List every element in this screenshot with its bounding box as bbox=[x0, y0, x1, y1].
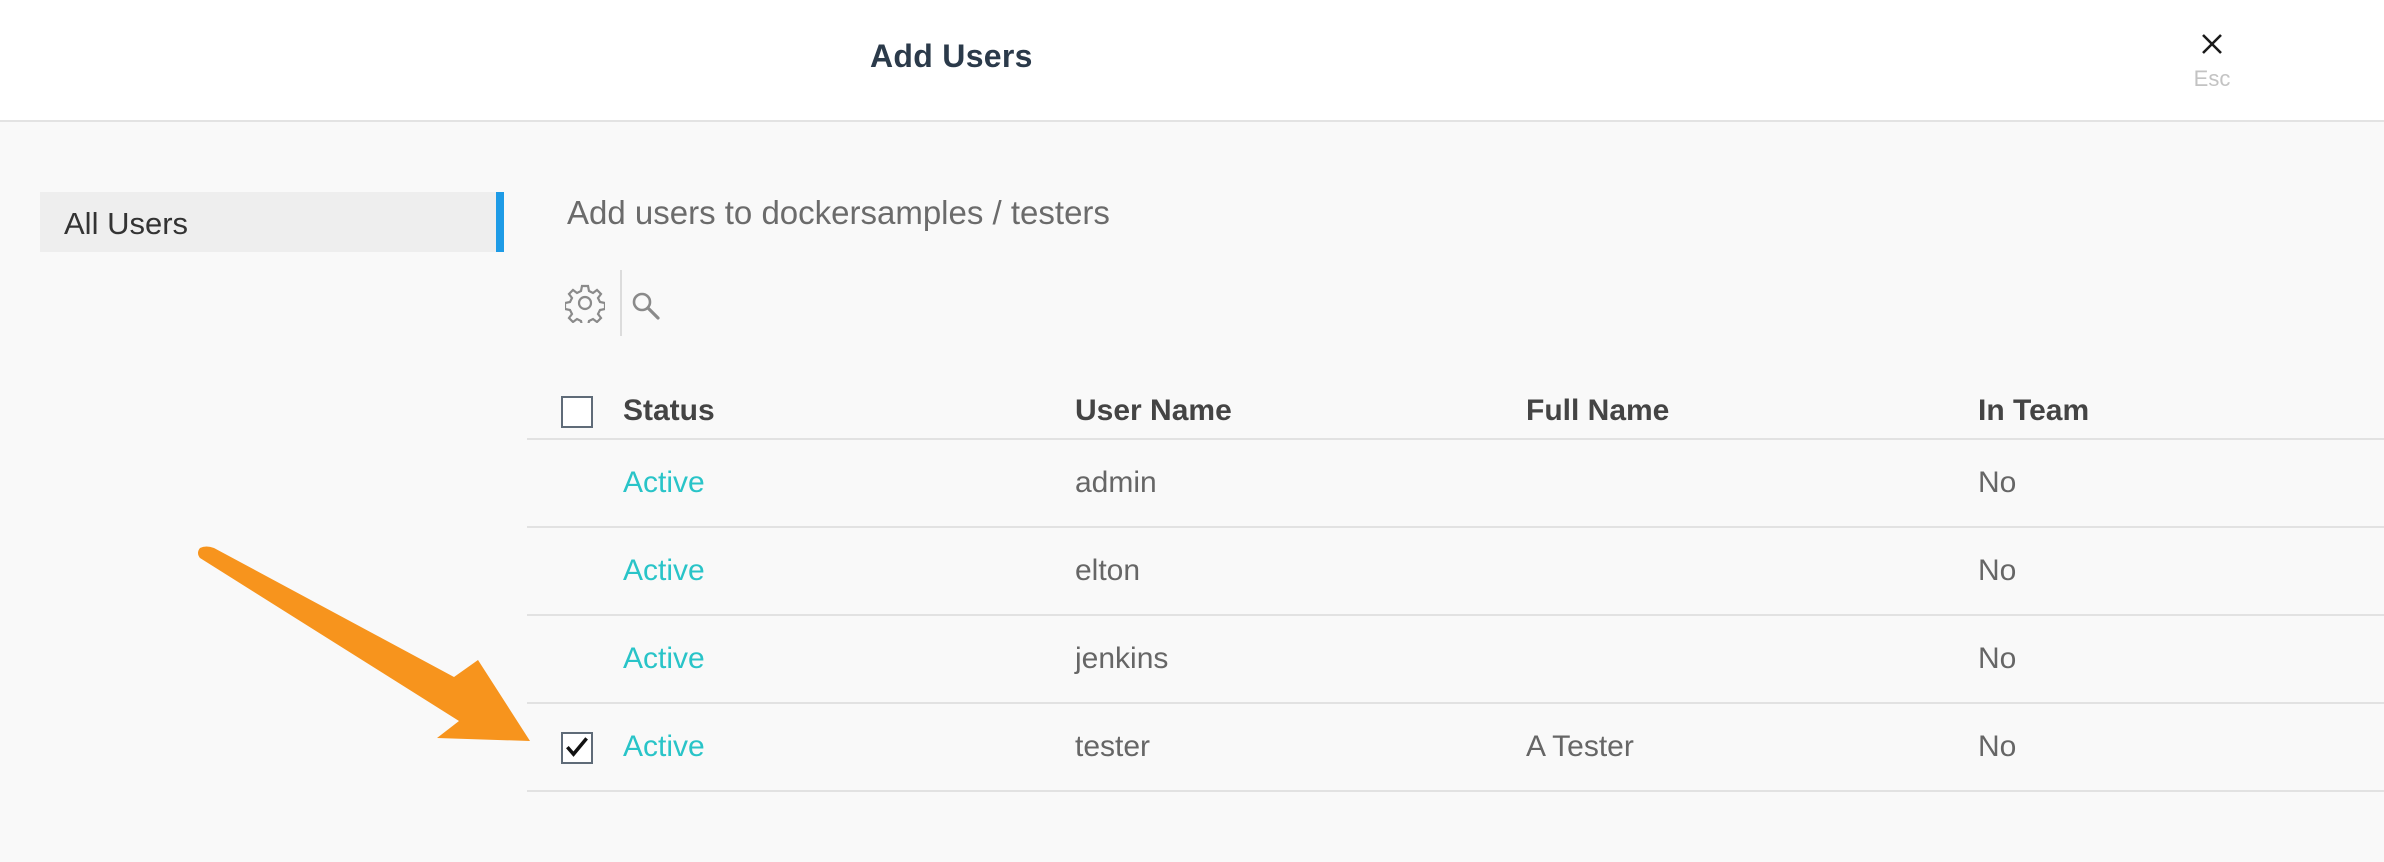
user-name-cell: admin bbox=[1075, 466, 1157, 499]
section-subtitle: Add users to dockersamples / testers bbox=[567, 194, 1110, 231]
in-team-cell: No bbox=[1978, 554, 2017, 587]
in-team-cell: No bbox=[1978, 466, 2017, 499]
close-button[interactable]: Esc bbox=[2180, 26, 2244, 104]
status-cell: Active bbox=[623, 554, 705, 587]
column-header-full-name[interactable]: Full Name bbox=[1526, 394, 1669, 428]
modal-header: Add Users Esc bbox=[0, 0, 2384, 122]
column-header-user-name[interactable]: User Name bbox=[1075, 394, 1232, 428]
close-icon[interactable] bbox=[2200, 32, 2224, 56]
column-header-in-team[interactable]: In Team bbox=[1978, 394, 2089, 428]
checkmark-icon bbox=[566, 737, 588, 757]
in-team-cell: No bbox=[1978, 642, 2017, 675]
status-cell: Active bbox=[623, 466, 705, 499]
user-name-cell: tester bbox=[1075, 730, 1151, 763]
in-team-cell: No bbox=[1978, 730, 2017, 763]
table-header-row: Status User Name Full Name In Team bbox=[527, 380, 2384, 440]
search-icon[interactable] bbox=[630, 290, 662, 322]
esc-hint: Esc bbox=[2193, 66, 2231, 91]
status-cell: Active bbox=[623, 642, 705, 675]
table-row[interactable]: Active tester A Tester No bbox=[527, 704, 2384, 792]
status-cell: Active bbox=[623, 730, 705, 763]
users-table: Status User Name Full Name In Team Activ… bbox=[527, 380, 2384, 792]
table-row[interactable]: Active admin No bbox=[527, 440, 2384, 528]
table-toolbar bbox=[560, 270, 700, 336]
table-row[interactable]: Active jenkins No bbox=[527, 616, 2384, 704]
user-name-cell: elton bbox=[1075, 554, 1141, 587]
user-name-cell: jenkins bbox=[1075, 642, 1169, 675]
select-all-checkbox[interactable] bbox=[561, 396, 593, 428]
row-checkbox[interactable] bbox=[561, 732, 593, 764]
sidebar-item-label: All Users bbox=[64, 206, 189, 241]
settings-button[interactable] bbox=[560, 270, 620, 336]
sidebar-item-all-users[interactable]: All Users bbox=[40, 192, 504, 252]
column-header-status[interactable]: Status bbox=[623, 394, 715, 428]
gear-icon[interactable] bbox=[565, 283, 605, 323]
page-title: Add Users bbox=[870, 38, 1033, 74]
search-button[interactable] bbox=[622, 270, 682, 336]
full-name-cell: A Tester bbox=[1526, 730, 1634, 763]
table-row[interactable]: Active elton No bbox=[527, 528, 2384, 616]
